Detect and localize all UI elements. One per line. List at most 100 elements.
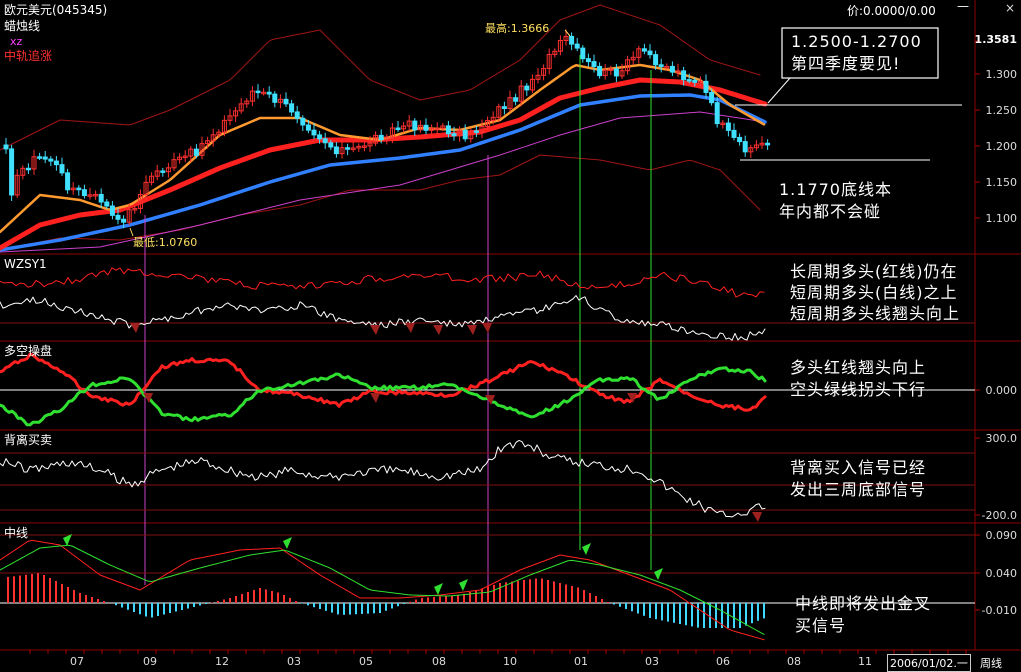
candle-body <box>272 93 278 103</box>
price-axis-tick: 1.150 <box>985 176 1018 189</box>
duokong-axis-tick: 0.000 <box>985 384 1018 397</box>
time-axis-tick: 12 <box>215 655 229 668</box>
candle-body <box>653 54 659 66</box>
candle-body <box>580 47 586 60</box>
beili-axis-tick: 300.0 <box>985 432 1018 445</box>
candle-body <box>613 68 619 77</box>
target-note-line1: 1.2500-1.2700 <box>791 32 922 51</box>
zx-signal-arrow <box>459 579 468 591</box>
zx-signal-arrow <box>582 543 591 555</box>
candle-body <box>714 102 720 125</box>
candle-body <box>462 129 468 140</box>
wzsy-signal-arrow <box>405 323 415 333</box>
zhongxian-axis-tick: 0.090 <box>985 529 1018 542</box>
wzsy-signal-arrow <box>433 325 443 335</box>
candle-body <box>160 170 166 173</box>
mid-indicator-label: 中轨追涨 <box>4 49 53 63</box>
candle-indicator-label: 蜡烛线 <box>4 19 41 33</box>
price-axis-tick: 1.200 <box>985 140 1018 153</box>
candle-body <box>311 129 317 136</box>
candle-body <box>322 138 328 144</box>
wzsy-signal-arrow <box>482 323 492 333</box>
upper-band-line <box>0 4 761 151</box>
chart-canvas[interactable] <box>0 0 1021 671</box>
candle-body <box>37 156 43 159</box>
bottom-note-line2: 年内都不会碰 <box>779 202 882 221</box>
time-axis-tick: 03 <box>287 655 301 668</box>
candle-body <box>731 129 737 138</box>
candle-body <box>65 172 71 191</box>
candle-body <box>686 79 692 82</box>
cursor-date-label: 2006/01/02.一 <box>887 654 971 672</box>
time-axis-tick: 07 <box>70 655 84 668</box>
beili-signal-arrow <box>752 512 762 522</box>
instrument-title: 欧元美元(045345) <box>4 3 108 17</box>
candle-body <box>709 91 715 104</box>
candle-body <box>669 65 675 73</box>
time-axis-tick: 10 <box>503 655 517 668</box>
candle-body <box>725 122 731 131</box>
zx-signal-arrow <box>434 583 443 595</box>
candle-body <box>473 130 479 133</box>
candle-body <box>681 70 687 81</box>
candle-body <box>53 160 59 166</box>
beili-line <box>0 439 766 518</box>
price-axis-tick: 1.250 <box>985 104 1018 117</box>
candle-body <box>328 142 334 148</box>
candle-body <box>658 64 664 67</box>
candle-body <box>703 80 709 93</box>
wzsy-signal-arrow <box>130 323 140 333</box>
candle-body <box>121 218 127 223</box>
candle-body <box>98 193 104 203</box>
candle-body <box>501 106 507 110</box>
zhongxian-panel-title: 中线 <box>4 526 29 540</box>
time-axis-tick: 09 <box>143 655 157 668</box>
candle-body <box>591 61 597 67</box>
candle-body <box>104 201 110 207</box>
wzsy-signal-arrow <box>370 325 380 335</box>
candle-body <box>412 120 418 131</box>
close-icon[interactable]: × <box>1005 2 1015 15</box>
zx-signal-arrow <box>283 537 292 549</box>
wzsy-long-line <box>0 267 765 298</box>
candle-body <box>742 141 748 153</box>
beili-note-line1: 背离买入信号已经 <box>790 458 927 477</box>
candle-body <box>289 103 295 113</box>
lower-band-line <box>0 154 761 251</box>
time-axis-tick: 05 <box>359 655 373 668</box>
zhongxian-note-line2: 买信号 <box>795 616 847 635</box>
candle-body <box>283 98 289 105</box>
time-axis-tick: 06 <box>716 655 730 668</box>
zx-green-line <box>0 544 765 635</box>
low-marker <box>129 227 134 237</box>
candle-body <box>266 91 272 95</box>
minimize-icon[interactable]: — <box>957 0 969 13</box>
duokong-note-line1: 多头红线翘头向上 <box>790 358 927 377</box>
high-price-label: 最高:1.3666 <box>485 22 550 35</box>
candle-body <box>765 142 771 146</box>
candle-body <box>109 205 115 216</box>
zhongxian-axis-tick: 0.040 <box>985 567 1018 580</box>
candle-body <box>445 125 451 135</box>
candle-body <box>692 79 698 83</box>
wzsy-note-line3: 短周期多头线翘头向上 <box>790 304 961 323</box>
candle-body <box>524 85 530 91</box>
price-axis-current: 1.3581 <box>974 33 1017 46</box>
duokong-panel-title: 多空操盘 <box>4 344 53 358</box>
wzsy-short-line <box>0 295 766 341</box>
candle-body <box>305 124 311 131</box>
zx-signal-arrow <box>654 568 663 580</box>
zhongxian-note-line1: 中线即将发出金叉 <box>795 594 932 613</box>
candle-body <box>3 144 9 150</box>
wzsy-note-line2: 短周期多头(白线)之上 <box>790 283 958 302</box>
candle-body <box>48 158 54 162</box>
candle-body <box>9 148 15 196</box>
wzsy-signal-arrow <box>467 325 477 335</box>
candle-body <box>81 189 87 197</box>
candle-body <box>451 133 457 137</box>
period-label[interactable]: 周线 <box>980 655 1002 671</box>
blue-ma-line <box>0 93 767 252</box>
candle-body <box>641 48 647 52</box>
zx-red-line <box>0 539 765 641</box>
time-axis-tick: 01 <box>574 655 588 668</box>
